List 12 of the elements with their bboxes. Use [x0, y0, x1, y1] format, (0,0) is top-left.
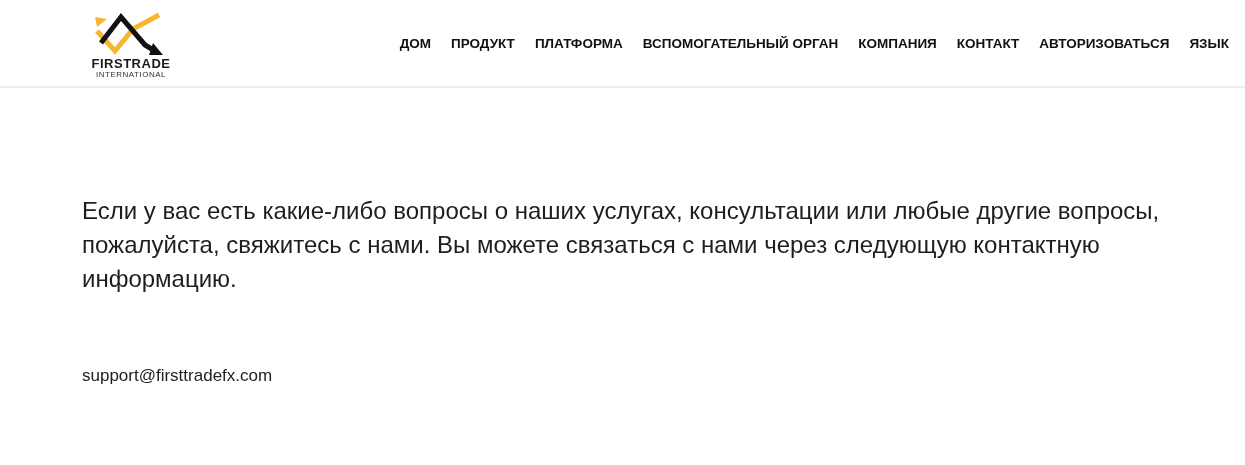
nav-link[interactable]: КОМПАНИЯ [858, 35, 937, 51]
nav-link[interactable]: ПРОДУКТ [451, 35, 515, 51]
nav-link[interactable]: ПЛАТФОРМА [534, 35, 623, 51]
nav-link[interactable]: КОНТАКТ [956, 35, 1020, 51]
nav-link[interactable]: ЯЗЫК [1189, 35, 1229, 51]
nav-link[interactable]: ДОМ [399, 35, 431, 51]
logo-tagline: INTERNATIONAL [96, 70, 166, 79]
intro-text: Если у вас есть какие-либо вопросы о наших услугах, консультации или любые другие вопросы, пожалуйста, свяжитесь с нами. Вы можете связаться с нами через следующую контактную информацию. [82, 196, 1161, 294]
logo-name: FIRSTRADE [91, 57, 171, 70]
nav-link[interactable]: АВТОРИЗОВАТЬСЯ [1039, 35, 1170, 51]
nav-link[interactable]: ВСПОМОГАТЕЛЬНЫЙ ОРГАН [642, 35, 839, 51]
email-text: support@firsttradefx.com [82, 366, 274, 386]
